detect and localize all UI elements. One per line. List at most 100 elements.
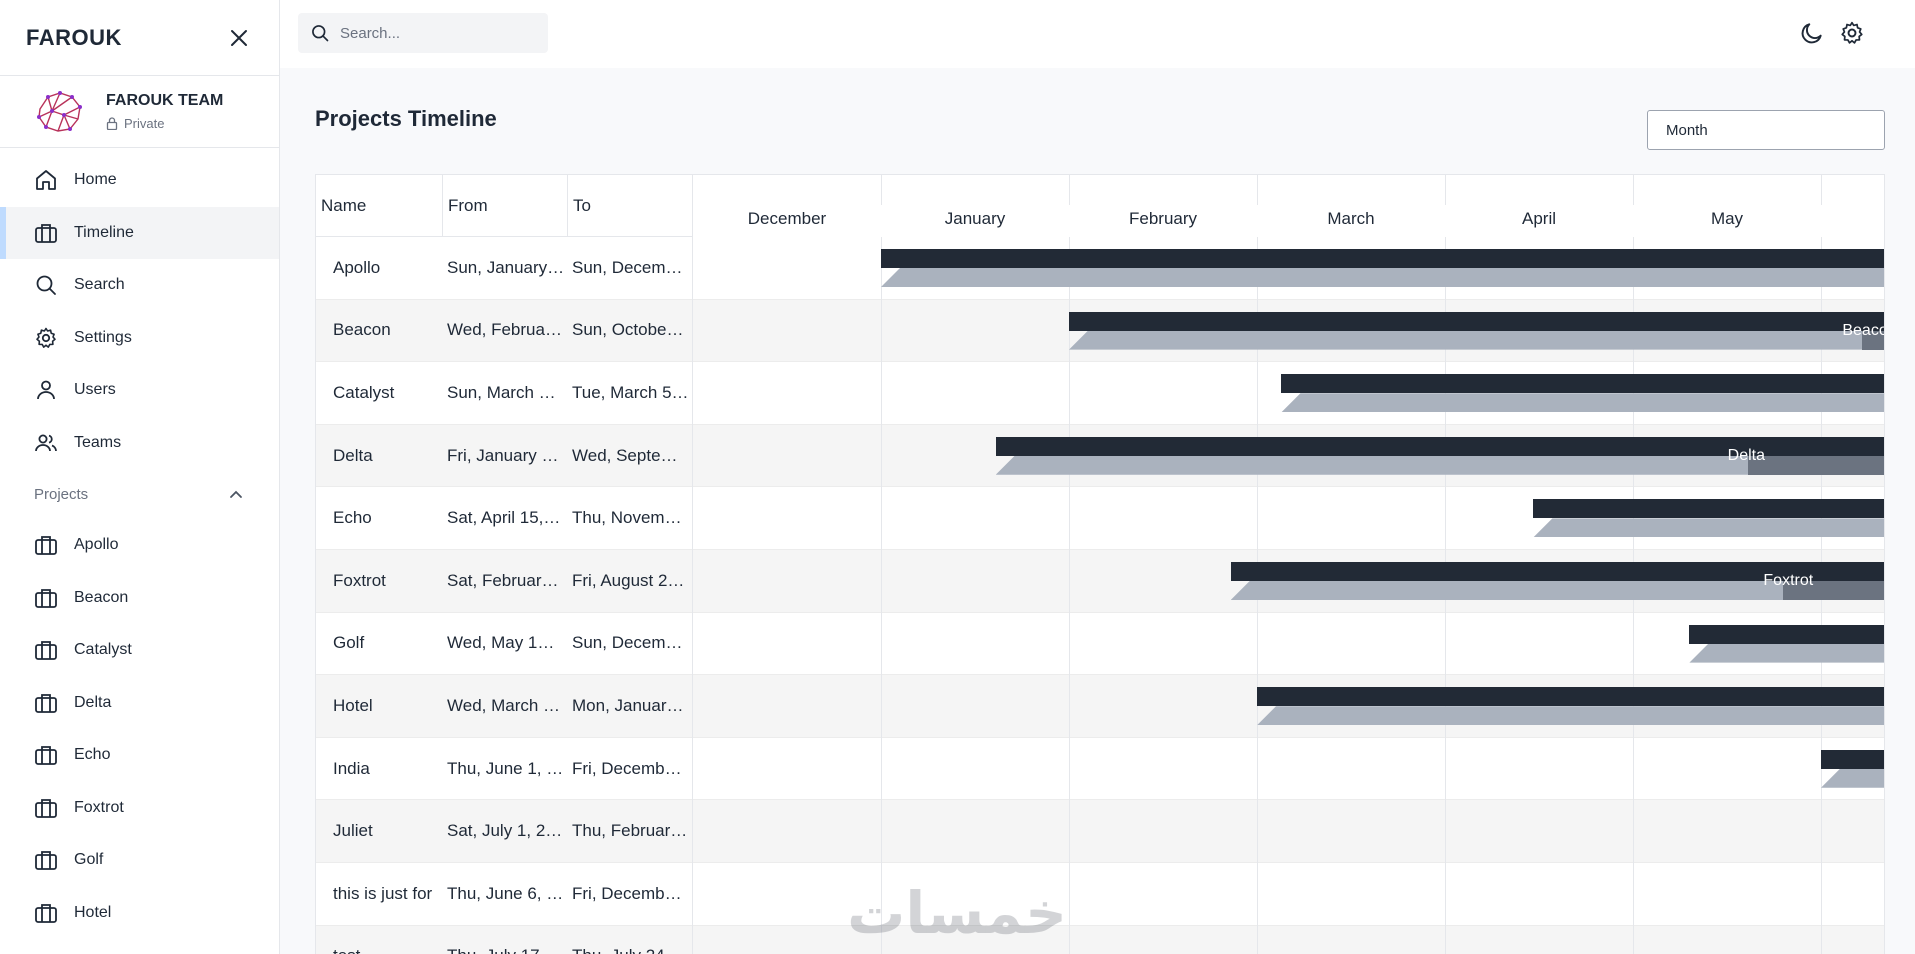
timeline-bar[interactable]: [1689, 624, 1884, 663]
sidebar-item-home[interactable]: Home: [0, 154, 279, 207]
cell-to: Fri, August 2…: [572, 570, 685, 590]
sidebar-item-settings[interactable]: Settings: [0, 312, 279, 365]
bar-top: [1281, 374, 1884, 394]
bar-top: [1069, 311, 1884, 331]
watermark-logo: خمسات: [847, 879, 1067, 947]
briefcase-icon: [35, 223, 57, 243]
team-info: FAROUK TEAM Private: [106, 92, 223, 131]
table-row[interactable]: Beacon Wed, Februa… Sun, Octobe…: [316, 299, 692, 363]
table-body: Apollo Sun, January… Sun, Decem… Beacon Wed,…: [316, 237, 692, 954]
close-sidebar-button[interactable]: [225, 24, 253, 52]
briefcase-icon: [35, 693, 57, 713]
sidebar-item-teams[interactable]: Teams: [0, 417, 279, 470]
users-icon: [35, 434, 57, 451]
sidebar-item-label: Beacon: [74, 588, 129, 606]
sidebar-item-search[interactable]: Search: [0, 259, 279, 312]
sidebar-item-project-golf[interactable]: Golf: [0, 834, 279, 887]
cell-to: Tue, March 5…: [572, 382, 689, 402]
table-row[interactable]: Golf Wed, May 1… Sun, Decem…: [316, 613, 692, 676]
table-row[interactable]: Juliet Sat, July 1, 2… Thu, Februar…: [316, 800, 692, 863]
main-nav: Home Timeline Search Settings Users Team…: [0, 148, 279, 954]
sidebar-item-project-echo[interactable]: Echo: [0, 729, 279, 782]
sidebar-item-project-foxtrot[interactable]: Foxtrot: [0, 782, 279, 835]
table-row[interactable]: Echo Sat, April 15,… Thu, Novem…: [316, 487, 692, 550]
bar-label: Delta: [1727, 446, 1766, 464]
home-icon: [36, 170, 56, 191]
table-row[interactable]: Hotel Wed, March … Mon, Januar…: [316, 675, 692, 738]
theme-toggle-button[interactable]: [1799, 20, 1825, 51]
timeline-bar[interactable]: [1533, 499, 1884, 538]
search-input[interactable]: [340, 24, 540, 42]
timeline-bar[interactable]: [1281, 374, 1884, 413]
bar-bottom: [1257, 706, 1884, 726]
cell-to: Fri, Decemb…: [572, 758, 682, 778]
sidebar-item-project-india[interactable]: India: [0, 939, 279, 954]
cell-from: Sun, March …: [447, 382, 556, 402]
column-header-name: Name: [321, 195, 367, 215]
timeline-bar[interactable]: Foxtrot: [1230, 562, 1884, 600]
bar-top: [881, 249, 1884, 268]
bar-bottom: [1689, 643, 1884, 663]
cell-name: Delta: [333, 445, 373, 465]
cell-to: Fri, Decemb…: [572, 883, 682, 903]
timeline-bar[interactable]: Delta: [995, 436, 1884, 475]
month-divider-top: [1633, 175, 1634, 205]
sidebar-item-label: Home: [74, 171, 117, 189]
cell-to: Mon, Januar…: [572, 695, 684, 715]
team-switcher[interactable]: FAROUK TEAM Private: [0, 76, 279, 148]
sidebar-item-project-beacon[interactable]: Beacon: [0, 572, 279, 625]
cell-from: Wed, Februa…: [447, 320, 562, 340]
cell-from: Thu, June 1, …: [447, 758, 564, 778]
cell-from: Wed, March …: [447, 695, 561, 715]
sidebar-item-label: Delta: [74, 693, 112, 711]
task-table: Name From To Apollo Sun, January… Sun, Dec…: [316, 175, 692, 954]
sidebar-item-project-delta[interactable]: Delta: [0, 677, 279, 730]
cell-from: Thu, June 6, …: [447, 883, 564, 903]
table-row[interactable]: Catalyst Sun, March … Tue, March 5…: [316, 362, 692, 425]
table-row[interactable]: Delta Fri, January … Wed, Septe…: [316, 424, 692, 488]
top-actions: [1799, 20, 1865, 51]
top-bar: [280, 0, 1915, 68]
sidebar-item-users[interactable]: Users: [0, 364, 279, 417]
sidebar-item-project-hotel[interactable]: Hotel: [0, 887, 279, 940]
timeline-bar[interactable]: [881, 249, 1884, 287]
table-row[interactable]: this is just for Thu, June 6, … Fri, Decem…: [316, 863, 692, 926]
cell-name: Apollo: [333, 257, 381, 277]
table-row[interactable]: Foxtrot Sat, Februar… Fri, August 2…: [316, 549, 692, 613]
sidebar-item-project-catalyst[interactable]: Catalyst: [0, 624, 279, 677]
table-row[interactable]: testThu, July 17, …Thu, July 24, …: [316, 925, 692, 954]
brand-name: FAROUK: [26, 24, 122, 50]
search-box: [298, 13, 548, 53]
settings-button[interactable]: [1839, 20, 1865, 51]
bar-top: [1821, 749, 1884, 769]
timeline-bar[interactable]: [1821, 749, 1884, 788]
briefcase-icon: [35, 903, 57, 923]
search-icon: [36, 275, 56, 296]
timeline-bar[interactable]: [1257, 687, 1884, 726]
bar-label: Foxtrot: [1763, 572, 1814, 589]
bar-top: [1533, 499, 1884, 519]
bar-progress: [1747, 455, 1884, 475]
view-mode-select[interactable]: Month: [1647, 110, 1885, 150]
sidebar-item-timeline[interactable]: Timeline: [0, 206, 279, 259]
timeline-bar[interactable]: Beacon: [1069, 311, 1884, 350]
cell-name: Hotel: [333, 695, 373, 715]
sidebar-item-label: Hotel: [74, 903, 112, 921]
cell-from: Sun, January…: [447, 257, 565, 277]
column-header-to: To: [567, 175, 692, 236]
chevron-up-icon: [230, 490, 242, 498]
gear-icon: [36, 327, 56, 348]
sidebar-item-label: Catalyst: [74, 641, 132, 659]
gantt-grid: Name From To Apollo Sun, January… Sun, Dec…: [315, 174, 1885, 954]
visibility-label: Private: [124, 116, 165, 131]
sidebar-item-project-apollo[interactable]: Apollo: [0, 519, 279, 572]
briefcase-icon: [35, 641, 57, 661]
cell-name: Foxtrot: [333, 570, 386, 590]
projects-section-toggle[interactable]: Projects: [0, 469, 279, 519]
table-row[interactable]: India Thu, June 1, … Fri, Decemb…: [316, 738, 692, 801]
sidebar-item-label: Timeline: [74, 223, 134, 241]
table-row[interactable]: Apollo Sun, January… Sun, Decem…: [316, 237, 692, 300]
sidebar-item-label: Echo: [74, 746, 111, 764]
team-name: FAROUK TEAM: [106, 92, 224, 109]
month-header: March: [1327, 209, 1375, 228]
